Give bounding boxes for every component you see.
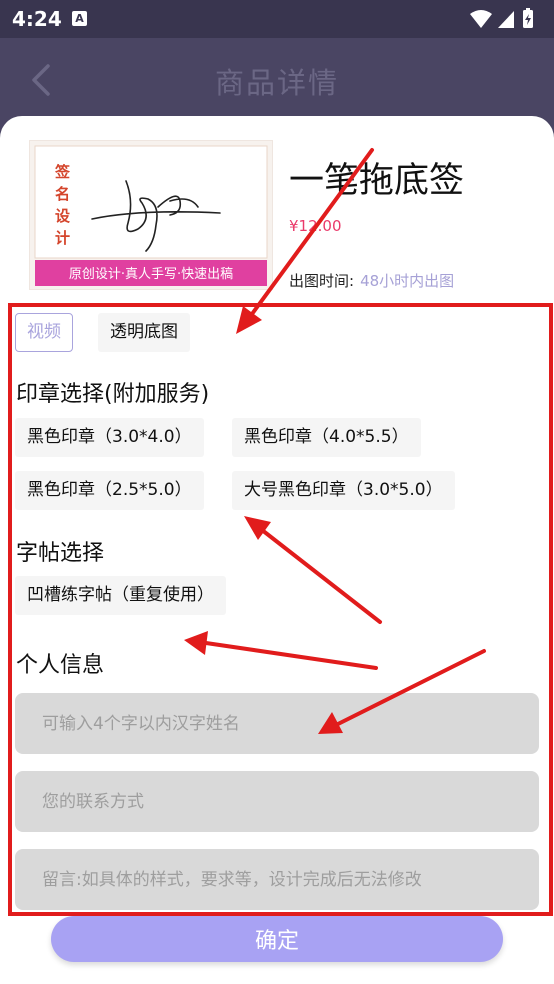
delivery-time-row: 出图时间: 48小时内出图 <box>289 270 454 291</box>
status-time: 4:24 <box>12 7 62 31</box>
page-title: 商品详情 <box>214 66 339 100</box>
signature-artwork: 签 名 设 计 原创设计·真人手写·快速出稿 <box>34 145 268 286</box>
vertical-text-3: 设 <box>55 207 70 225</box>
vertical-text-1: 签 <box>54 163 71 181</box>
confirm-button[interactable]: 确定 <box>51 916 503 962</box>
notification-icon: A <box>72 11 87 26</box>
status-bar: 4:24 A <box>0 0 554 38</box>
app-header: 商品详情 <box>0 38 554 122</box>
status-icons <box>470 8 533 28</box>
signal-icon <box>498 11 514 28</box>
delivery-time-label: 出图时间: <box>289 272 355 290</box>
delivery-time-value: 48小时内出图 <box>360 272 455 290</box>
wifi-icon <box>470 10 492 28</box>
vertical-text-4: 计 <box>55 229 70 247</box>
vertical-text-2: 名 <box>55 185 70 203</box>
product-name: 一笔拖底签 <box>289 161 465 201</box>
product-price: ¥12.00 <box>289 217 342 235</box>
image-banner-text: 原创设计·真人手写·快速出稿 <box>69 266 233 282</box>
annotation-highlight-box <box>8 303 553 916</box>
product-image: 签 名 设 计 原创设计·真人手写·快速出稿 <box>29 140 273 290</box>
